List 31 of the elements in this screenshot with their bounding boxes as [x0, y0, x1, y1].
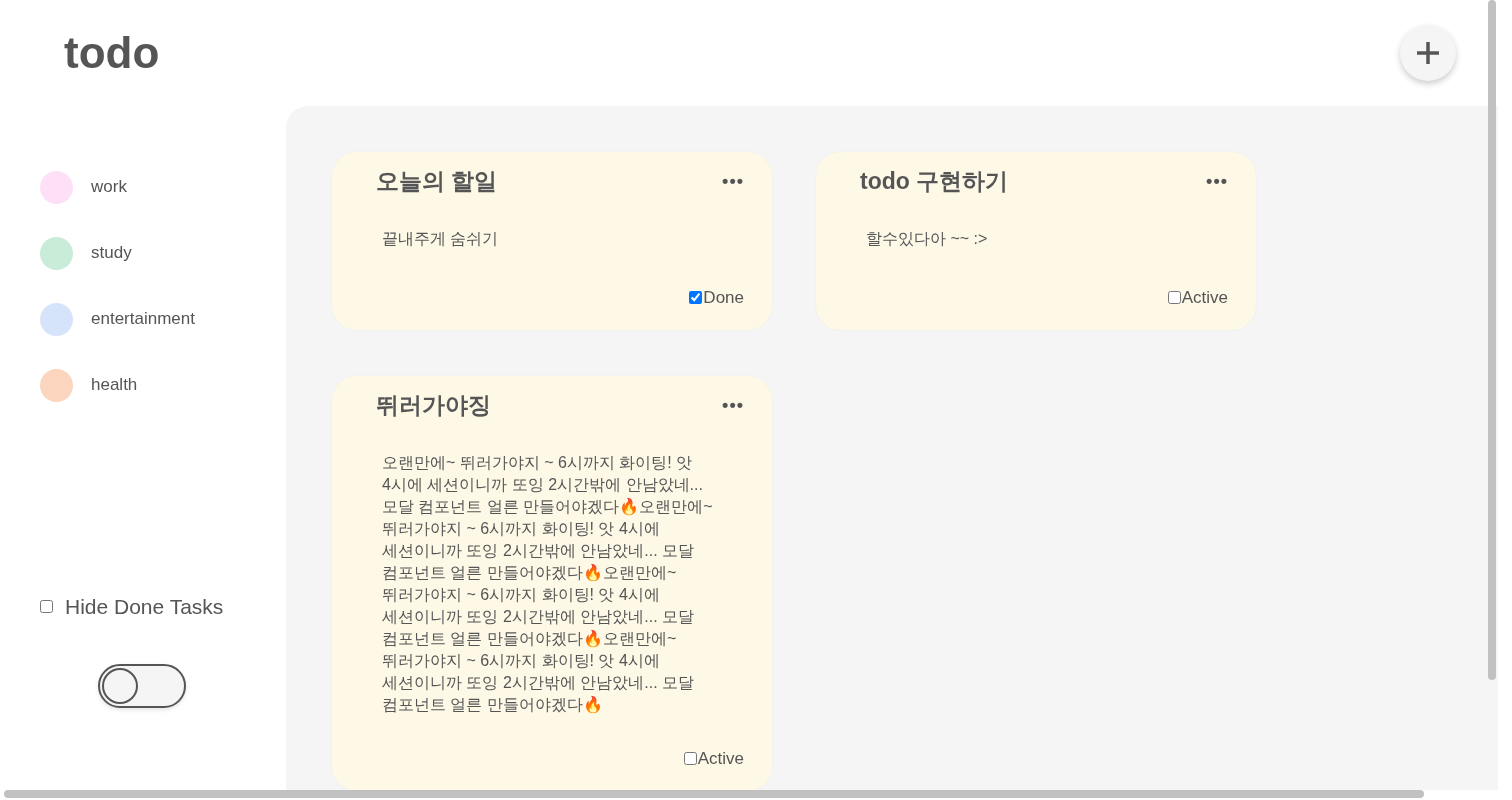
status-label: Active — [697, 747, 744, 770]
status-checkbox[interactable] — [683, 751, 697, 765]
hide-done-label: Hide Done Tasks — [65, 593, 224, 620]
category-label: work — [91, 176, 127, 199]
todo-description: 할수있다아 ~~ :> — [866, 228, 989, 249]
vertical-scrollbar[interactable] — [1488, 0, 1496, 680]
category-item[interactable]: study — [40, 220, 286, 286]
todo-title: 오늘의 할일 — [376, 168, 498, 196]
todo-title: 뛰러가야징 — [376, 392, 491, 420]
more-menu-button[interactable]: ••• — [1206, 168, 1228, 196]
category-label: entertainment — [91, 308, 195, 331]
category-label: health — [91, 374, 138, 397]
todo-description: 오랜만에~ 뛰러가야지 ~ 6시까지 화이팅! 앗 4시에 세션이니까 또잉 2시간밖에 안남았네... 모달 컴포넌트 얼른 만들어야겠다🔥오랜만에~ 뛰러가야지 ~ 6시까지 화이팅! 앗 4시에 세션이니까 또잉 2시간밖에 안남았네... 모달 컴포넌트 얼른 만들어야겠다🔥오랜만에~ 뛰러가야지 ~ 6시까지 화이팅! 앗 4시에 세션이니까 또잉 2시간밖에 안남았네... 모달 컴포넌트 얼른 만들어야겠다🔥오랜만에~ 뛰러가야지 ~ 6시까지 화이팅! 앗 4시에 세션이니까 또잉 2시간밖에 안남았네... 모달 컴포넌트 얼른 만들어야겠다🔥 — [382, 452, 714, 715]
status-label: Done — [703, 286, 744, 309]
category-label: study — [91, 242, 132, 265]
status-checkbox[interactable] — [689, 290, 703, 304]
category-item[interactable]: work — [40, 154, 286, 220]
status-checkbox[interactable] — [1167, 290, 1181, 304]
horizontal-scrollbar[interactable] — [4, 790, 1424, 798]
todo-title: todo 구현하기 — [860, 168, 1009, 196]
category-item[interactable]: entertainment — [40, 286, 286, 352]
category-item[interactable]: health — [40, 352, 286, 418]
add-button[interactable] — [1400, 25, 1456, 81]
more-menu-button[interactable]: ••• — [722, 168, 744, 196]
app-title: todo — [64, 26, 160, 79]
status-label: Active — [1181, 286, 1228, 309]
theme-toggle[interactable] — [98, 664, 186, 708]
more-menu-button[interactable]: ••• — [722, 392, 744, 420]
hide-done-checkbox[interactable] — [40, 599, 53, 613]
plus-icon — [1415, 40, 1441, 66]
todo-description: 끝내주게 숨쉬기 — [382, 228, 500, 249]
